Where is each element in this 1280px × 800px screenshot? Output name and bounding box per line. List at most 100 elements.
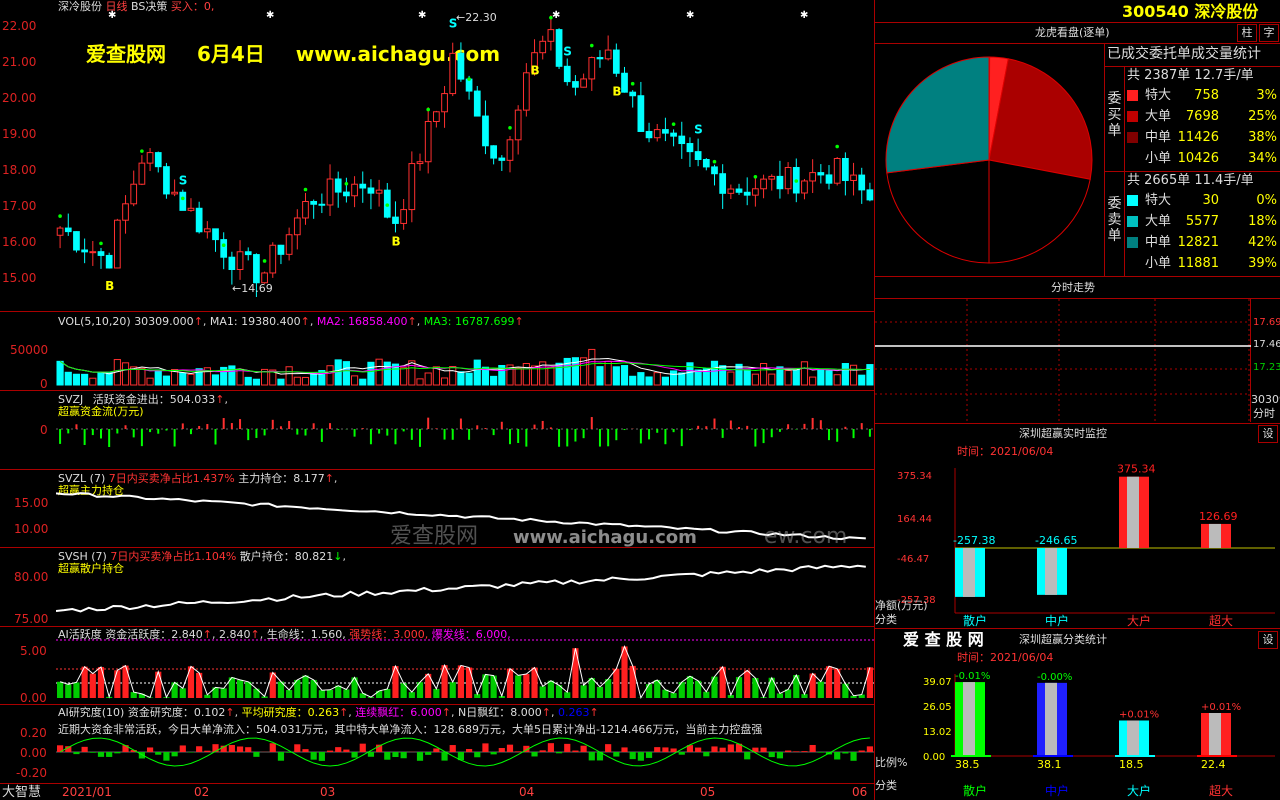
volume-bar [743,369,751,386]
volume-bar [416,378,424,386]
candle-body [351,183,358,197]
monitor-settings-button[interactable]: 设 [1258,425,1278,443]
research-bar [106,752,113,757]
activity-bar [817,681,824,698]
svzj-pane[interactable]: SVZJ 活跃资金进出：504.033↑, 超赢资金流(万元) 0 [0,392,874,470]
order-pie-chart[interactable] [883,52,1107,272]
monitor-category: 散户 [963,613,987,628]
classify-xname: 分类 [875,779,897,792]
classify-bar-highlight [1045,682,1057,756]
volume-bar [244,376,252,386]
candle-body [776,175,784,190]
research-bar [302,749,309,752]
signal-dot [753,174,758,179]
color-swatch [1127,216,1138,227]
order-stats-panel: 已成交委托单成交量统计 委买单 共 2387单 12.7手/单 特大 758 3% 大… [1104,44,1280,276]
research-bar [81,746,88,752]
text-button[interactable]: 字 [1259,24,1279,42]
volume-bar [817,368,825,386]
volume-bar [727,371,735,386]
ai-research-tick: 0.00 [20,746,47,760]
svsh-pane[interactable]: SVSH (7) 7日内买卖净占比1.104% 散户持仓：80.821↓, 超赢… [0,549,874,627]
activity-bar [449,682,456,698]
activity-bar [408,692,415,698]
volume-bar [768,373,776,386]
signal-dot [794,179,799,183]
classify-value: 18.5 [1119,758,1144,771]
research-bar [531,752,538,757]
volume-bar [424,372,432,386]
order-row-pct: 18% [1248,214,1277,229]
research-bar [490,752,497,755]
classify-change: +0.01% [1201,702,1241,713]
star-marker: ✱ [266,10,274,21]
volume-bar [400,367,408,386]
candlestick-series[interactable]: BSBSBSBS✱ ✱ ✱ ✱ ✱ ✱ [56,0,874,312]
price-tick: 19.00 [2,127,37,141]
signal-dot [467,77,471,81]
classify-settings-button[interactable]: 设 [1258,631,1278,649]
candle-body [711,166,718,175]
ai-research-bars [56,737,874,767]
volume-bar [121,362,130,386]
activity-bar [482,674,489,698]
order-row-count: 5577 [1185,214,1219,229]
research-bar [637,752,644,761]
research-bar [834,752,841,760]
candle-body [743,191,751,196]
intraday-tick: 17.69 [1253,317,1280,328]
color-swatch [1127,90,1138,101]
activity-bar [97,667,105,698]
research-bar [801,751,808,752]
research-bar [416,752,424,761]
research-bar [310,752,317,760]
research-bar [605,744,612,752]
candle-body [490,145,497,159]
sell-marker: S [694,123,703,137]
monitor-value: 375.34 [1117,463,1156,476]
research-bar [760,747,767,752]
candle-body [203,228,211,233]
activity-bar [621,646,628,698]
research-bar [858,750,865,752]
star-marker: ✱ [418,10,426,21]
high-label: ←22.30 [456,11,497,24]
research-bar [711,746,718,752]
price-pane[interactable]: 22.00 21.00 20.00 19.00 18.00 17.00 16.0… [0,0,874,312]
monitor-bar-highlight [1209,523,1221,548]
x-tick: 2021/01 [62,785,112,799]
candle-body [318,203,326,206]
ai-research-pane[interactable]: AI研究度(10) 资金研究度：0.102↑, 平均研究度：0.263↑, 连续… [0,706,874,784]
candle-body [441,93,448,113]
monitor-bar-highlight [963,548,975,597]
buy-marker: B [391,234,400,248]
order-row: 特大 30 0% [1105,191,1280,211]
sell-marker: S [563,45,572,59]
order-row-pct: 42% [1248,235,1277,250]
volume-bar [653,372,661,386]
order-row-pct: 0% [1256,193,1277,208]
signal-dot [303,187,308,192]
order-row-count: 30 [1202,193,1219,208]
candle-body [89,251,97,254]
main-chart-area[interactable]: 深冷股份 日线 BS决策 买入：0, 爱查股网 6月4日 www.aichagu… [0,0,875,800]
monitor-time: 时间：2021/06/04 [957,445,1054,458]
classify-brand: 爱 查 股 网 [903,630,984,649]
monitor-value: 126.69 [1199,510,1238,523]
pie-slice [988,58,1093,180]
candle-body [768,175,776,180]
activity-bar [506,668,514,698]
price-tick: 21.00 [2,55,37,69]
research-bar [744,752,751,760]
activity-bar [466,667,473,698]
candle-body [73,231,80,251]
volume-bar [514,367,522,386]
volume-pane[interactable]: VOL(5,10,20) 30309.000↑, MA1: 19380.400↑… [0,313,874,391]
intraday-chart[interactable] [875,299,1251,422]
research-bar [654,747,661,752]
candle-body [367,187,375,194]
volume-bar [359,378,367,386]
ai-active-pane[interactable]: AI活跃度 资金活跃度：2.840↑, 2.840↑, 生命线：1.560, 强… [0,628,874,705]
candle-body [269,244,277,274]
column-button[interactable]: 柱 [1237,24,1257,42]
